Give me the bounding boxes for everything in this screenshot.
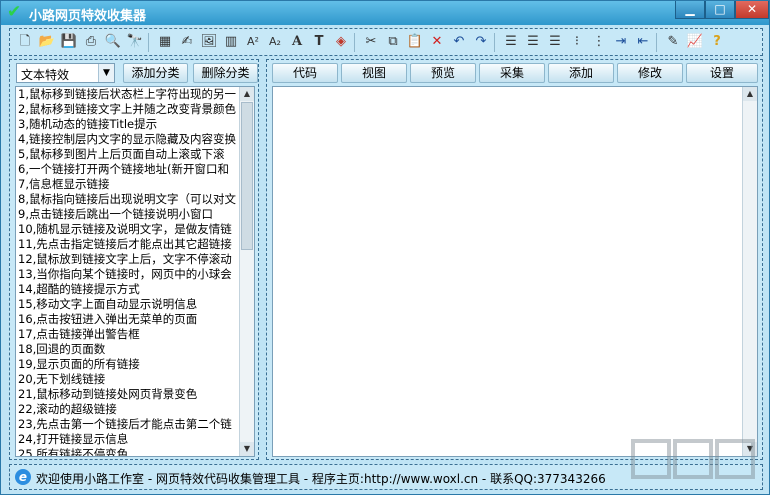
list-item[interactable]: 10,随机显示链接及说明文字，是做友情链 <box>18 222 239 237</box>
tab-settings[interactable]: 设置 <box>686 63 758 83</box>
chevron-down-icon[interactable]: ▼ <box>98 64 114 82</box>
minimize-button[interactable]: ▁ <box>675 1 705 19</box>
category-selected-value: 文本特效 <box>21 68 70 82</box>
indent-icon[interactable]: ⇥ <box>612 33 630 51</box>
app-window: ✔ 小路网页特效收集器 ▁ □ ✕ 🗋 📂 💾 ⎙ 🔍 🔭 ▦ ✍ 🖼 ▥ A²… <box>0 0 770 495</box>
rows-icon[interactable]: ▥ <box>222 33 240 51</box>
list-item[interactable]: 19,显示页面的所有链接 <box>18 357 239 372</box>
cut-icon[interactable]: ✂ <box>362 33 380 51</box>
open-folder-icon[interactable]: 📂 <box>38 33 56 51</box>
watermark-logo-icon <box>631 439 755 479</box>
align-center-icon[interactable]: ☰ <box>524 33 542 51</box>
list-item[interactable]: 17,点击链接弹出警告框 <box>18 327 239 342</box>
editor-panel: 代码 视图 预览 采集 添加 修改 设置 ▲ ▼ <box>266 59 763 460</box>
list-item[interactable]: 14,超酷的链接提示方式 <box>18 282 239 297</box>
print-icon[interactable]: ⎙ <box>82 33 100 51</box>
list-item[interactable]: 1,鼠标移到链接后状态栏上字符出现的另一 <box>18 87 239 102</box>
list-scrollbar[interactable]: ▲ ▼ <box>239 87 254 456</box>
save-icon[interactable]: 💾 <box>60 33 78 51</box>
list-item[interactable]: 11,先点击指定链接后才能点出其它超链接 <box>18 237 239 252</box>
editor-scrollbar[interactable]: ▲ ▼ <box>742 87 757 456</box>
tab-preview[interactable]: 预览 <box>410 63 476 83</box>
list-item[interactable]: 24,打开链接显示信息 <box>18 432 239 447</box>
subscript-icon[interactable]: A₂ <box>266 33 284 51</box>
list-item[interactable]: 20,无下划线链接 <box>18 372 239 387</box>
status-text: 欢迎使用小路工作室 - 网页特效代码收集管理工具 - 程序主页:http://w… <box>36 472 606 486</box>
delete-icon[interactable]: ✕ <box>428 33 446 51</box>
font-icon[interactable]: A <box>288 33 306 51</box>
title-bar[interactable]: ✔ 小路网页特效收集器 ▁ □ ✕ <box>1 1 769 25</box>
text-color-icon[interactable]: T <box>310 33 328 51</box>
browser-icon: e <box>15 469 31 485</box>
list-item[interactable]: 6,一个链接打开两个链接地址(新开窗口和 <box>18 162 239 177</box>
list-item[interactable]: 22,滚动的超级链接 <box>18 402 239 417</box>
list-item[interactable]: 2,鼠标移到链接文字上并随之改变背景颜色 <box>18 102 239 117</box>
code-editor-area[interactable]: ▲ ▼ <box>272 86 758 457</box>
list-item[interactable]: 9,点击链接后跳出一个链接说明小窗口 <box>18 207 239 222</box>
pencil-icon[interactable]: ✎ <box>664 33 682 51</box>
paste-icon[interactable]: 📋 <box>406 33 424 51</box>
bullet-list-icon[interactable]: ⁝ <box>568 33 586 51</box>
close-button[interactable]: ✕ <box>735 1 769 19</box>
toolbar: 🗋 📂 💾 ⎙ 🔍 🔭 ▦ ✍ 🖼 ▥ A² A₂ A T ◈ ✂ ⧉ 📋 ✕ … <box>9 28 763 56</box>
add-category-button[interactable]: 添加分类 <box>123 63 188 83</box>
fill-color-icon[interactable]: ◈ <box>332 33 350 51</box>
scroll-up-arrow-icon[interactable]: ▲ <box>240 87 254 101</box>
copy-icon[interactable]: ⧉ <box>384 33 402 51</box>
find-icon[interactable]: 🔭 <box>126 33 144 51</box>
list-item[interactable]: 3,随机动态的链接Title提示 <box>18 117 239 132</box>
numbered-list-icon[interactable]: ⋮ <box>590 33 608 51</box>
redo-icon[interactable]: ↷ <box>472 33 490 51</box>
tab-collect[interactable]: 采集 <box>479 63 545 83</box>
list-item[interactable]: 15,移动文字上面自动显示说明信息 <box>18 297 239 312</box>
print-preview-icon[interactable]: 🔍 <box>104 33 122 51</box>
maximize-button[interactable]: □ <box>705 1 735 19</box>
list-item[interactable]: 7,信息框显示链接 <box>18 177 239 192</box>
effects-list: 1,鼠标移到链接后状态栏上字符出现的另一 2,鼠标移到链接文字上并随之改变背景颜色… <box>15 86 255 457</box>
help-icon[interactable]: ? <box>708 33 726 51</box>
list-item[interactable]: 23,先点击第一个链接后才能点击第二个链 <box>18 417 239 432</box>
table-icon[interactable]: ▦ <box>156 33 174 51</box>
list-item[interactable]: 18,回退的页面数 <box>18 342 239 357</box>
tab-add[interactable]: 添加 <box>548 63 614 83</box>
window-title: 小路网页特效收集器 <box>29 9 147 24</box>
tab-view[interactable]: 视图 <box>341 63 407 83</box>
new-file-icon[interactable]: 🗋 <box>16 33 34 51</box>
effects-list-items: 1,鼠标移到链接后状态栏上字符出现的另一 2,鼠标移到链接文字上并随之改变背景颜色… <box>18 87 239 456</box>
align-right-icon[interactable]: ☰ <box>546 33 564 51</box>
checkmark-logo-icon: ✔ <box>7 2 22 22</box>
undo-icon[interactable]: ↶ <box>450 33 468 51</box>
scroll-down-arrow-icon[interactable]: ▼ <box>240 442 254 456</box>
category-dropdown[interactable]: 文本特效 ▼ <box>16 63 115 83</box>
superscript-icon[interactable]: A² <box>244 33 262 51</box>
chart-icon[interactable]: 📈 <box>686 33 704 51</box>
list-item[interactable]: 4,链接控制层内文字的显示隐藏及内容变换 <box>18 132 239 147</box>
list-item[interactable]: 16,点击按钮进入弹出无菜单的页面 <box>18 312 239 327</box>
outdent-icon[interactable]: ⇤ <box>634 33 652 51</box>
align-left-icon[interactable]: ☰ <box>502 33 520 51</box>
list-item[interactable]: 8,鼠标指向链接后出现说明文字（可以对文 <box>18 192 239 207</box>
list-item[interactable]: 12,鼠标放到链接文字上后，文字不停滚动 <box>18 252 239 267</box>
tab-code[interactable]: 代码 <box>272 63 338 83</box>
picture-icon[interactable]: 🖼 <box>200 33 218 51</box>
scroll-up-arrow-icon[interactable]: ▲ <box>743 87 757 101</box>
list-item[interactable]: 21,鼠标移动到链接处网页背景变色 <box>18 387 239 402</box>
list-item[interactable]: 5,鼠标移到图片上后页面自动上滚或下滚 <box>18 147 239 162</box>
format-brush-icon[interactable]: ✍ <box>178 33 196 51</box>
delete-category-button[interactable]: 删除分类 <box>193 63 258 83</box>
tab-modify[interactable]: 修改 <box>617 63 683 83</box>
category-panel: 文本特效 ▼ 添加分类 删除分类 1,鼠标移到链接后状态栏上字符出现的另一 2,鼠… <box>9 59 259 460</box>
scrollbar-thumb[interactable] <box>241 102 253 250</box>
list-item[interactable]: 25,所有链接不停变色 <box>18 447 239 456</box>
list-item[interactable]: 13,当你指向某个链接时，网页中的小球会 <box>18 267 239 282</box>
